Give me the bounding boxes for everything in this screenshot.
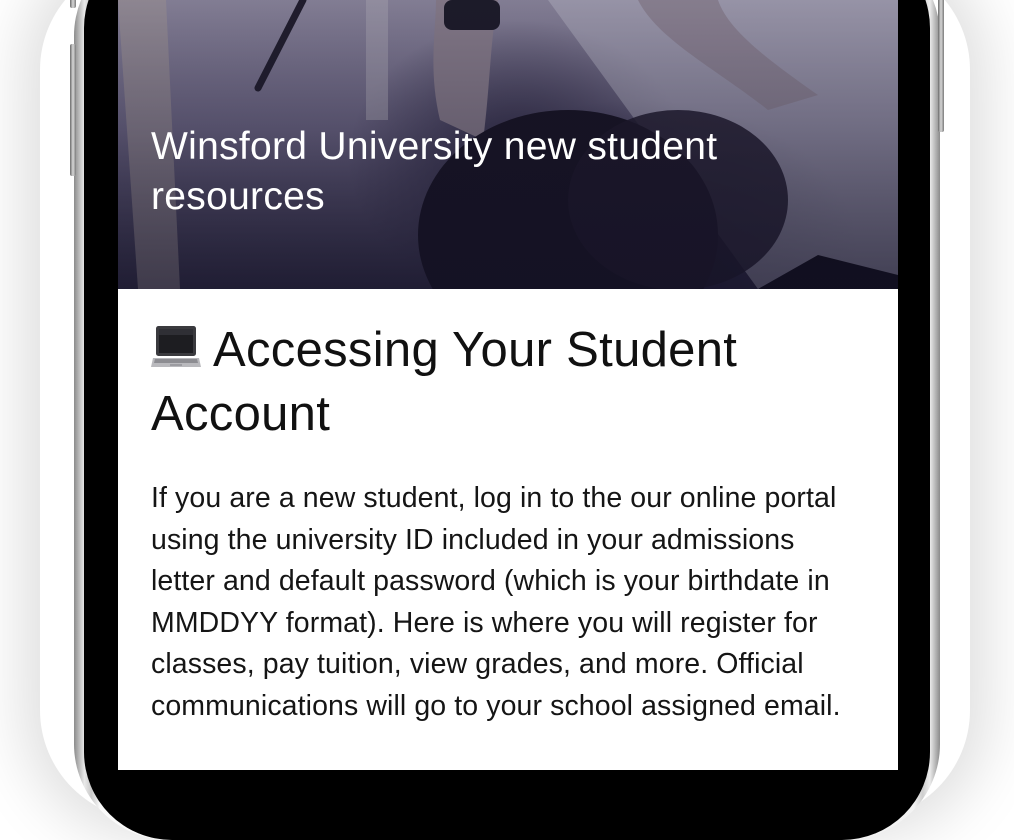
hero-banner: Winsford University new student resource… xyxy=(118,0,898,289)
mute-switch xyxy=(70,0,76,8)
hero-title: Winsford University new student resource… xyxy=(151,125,718,218)
laptop-icon xyxy=(151,322,201,368)
volume-button xyxy=(70,44,76,176)
section-heading-text: Accessing Your Student Account xyxy=(151,323,738,441)
article-content: Accessing Your Student Account If you ar… xyxy=(151,318,866,728)
section-heading: Accessing Your Student Account xyxy=(151,318,866,446)
section-body: If you are a new student, log in to the … xyxy=(151,482,841,722)
phone-screen: Winsford University new student resource… xyxy=(118,0,898,770)
power-button xyxy=(938,0,944,132)
